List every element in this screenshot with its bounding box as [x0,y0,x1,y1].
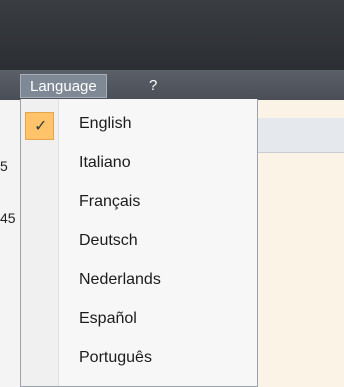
language-label: English [79,115,132,132]
menu-help[interactable]: ? [140,74,166,98]
language-label: Português [79,349,152,366]
checkmark-icon: ✓ [34,118,48,135]
language-option-francais[interactable]: Français [21,185,257,223]
content-toolbar-strip [258,118,344,153]
language-label: Français [79,193,141,210]
content-left-strip: 5 45 [0,100,20,387]
language-label: Italiano [79,154,131,171]
language-label: Deutsch [79,232,138,249]
window-titlebar [0,0,344,70]
language-option-espanol[interactable]: Español [21,302,257,340]
language-label: Nederlands [79,271,161,288]
language-option-nederlands[interactable]: Nederlands [21,263,257,301]
side-label-b: 45 [0,210,16,226]
language-option-english[interactable]: ✓ English [21,107,257,145]
language-option-deutsch[interactable]: Deutsch [21,224,257,262]
language-dropdown: ✓ English Italiano Français Deutsch Nede… [20,99,258,387]
checked-indicator: ✓ [25,112,54,140]
menu-language[interactable]: Language [20,74,107,98]
language-option-portugues[interactable]: Português [21,341,257,379]
language-label: Español [79,310,137,327]
language-option-italiano[interactable]: Italiano [21,146,257,184]
side-label-a: 5 [0,158,8,174]
